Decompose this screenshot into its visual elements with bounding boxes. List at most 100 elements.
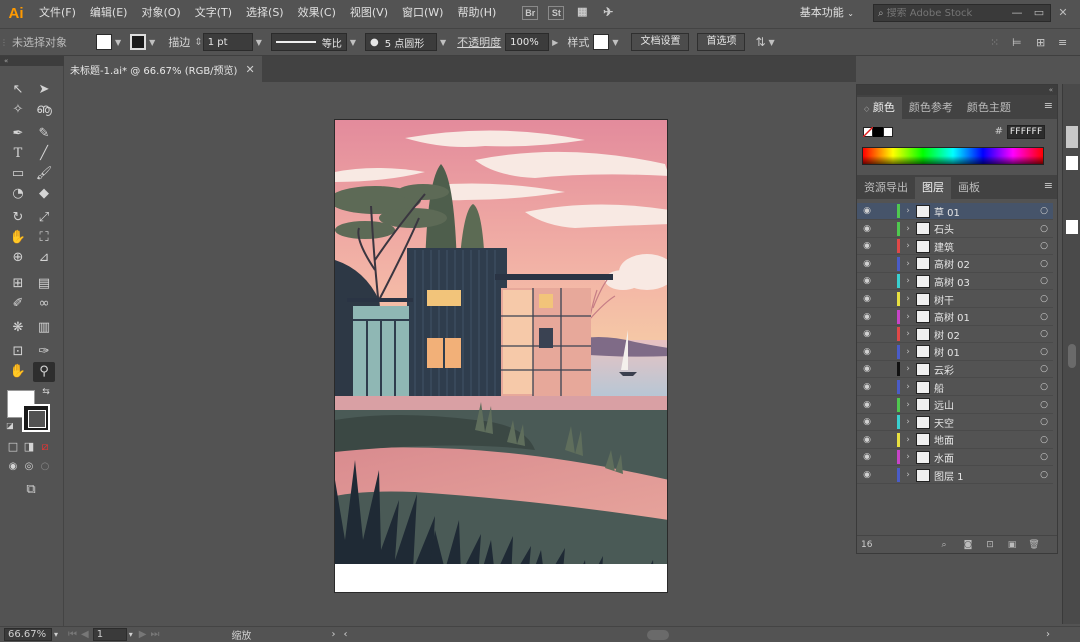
canvas[interactable]: [64, 82, 856, 626]
visibility-eye-icon[interactable]: ◉: [857, 312, 877, 322]
chevron-down-icon[interactable]: ▼: [440, 38, 446, 47]
chevron-down-icon[interactable]: ▼: [256, 38, 262, 47]
rotate-tool-icon[interactable]: ↻: [7, 208, 29, 228]
graphic-style-swatch[interactable]: [593, 34, 610, 50]
bridge-icon[interactable]: Br: [522, 6, 539, 20]
none-color-icon[interactable]: [863, 127, 873, 137]
tools-collapse-bar[interactable]: «: [0, 56, 64, 66]
layer-row[interactable]: ◉ › 天空 ○: [857, 414, 1053, 432]
panel-collapse-bar[interactable]: «: [857, 85, 1057, 95]
layer-row[interactable]: ◉ › 石头 ○: [857, 221, 1053, 238]
next-artboard-icon[interactable]: ▶: [139, 629, 147, 640]
default-fill-stroke-icon[interactable]: ◪: [4, 420, 16, 432]
color-spectrum[interactable]: [862, 147, 1044, 165]
visibility-eye-icon[interactable]: ◉: [857, 276, 877, 286]
layer-row[interactable]: ◉ › 高树 03 ○: [857, 273, 1053, 291]
tab-color-themes[interactable]: 颜色主题: [960, 97, 1018, 119]
free-transform-tool-icon[interactable]: ⛶: [33, 228, 55, 248]
menu-object[interactable]: 对象(O): [134, 0, 187, 26]
locate-object-icon[interactable]: ⌕: [937, 536, 951, 554]
scroll-right-icon[interactable]: ›: [1046, 629, 1050, 640]
chevron-right-icon[interactable]: ›: [900, 312, 916, 322]
menu-file[interactable]: 文件(F): [32, 0, 83, 26]
target-circle-icon[interactable]: ○: [1035, 276, 1053, 286]
none-mode-icon[interactable]: ⧄: [38, 440, 52, 454]
selection-tool-icon[interactable]: ↖: [7, 80, 29, 100]
target-circle-icon[interactable]: ○: [1035, 312, 1053, 322]
chevron-right-icon[interactable]: ›: [900, 435, 916, 445]
target-circle-icon[interactable]: ○: [1035, 417, 1053, 427]
chevron-right-icon[interactable]: ▶: [552, 38, 558, 47]
gpu-performance-icon[interactable]: ✈: [600, 6, 616, 20]
scrollbar-thumb[interactable]: [1068, 344, 1076, 368]
layer-row[interactable]: ◉ › 树 02 ○: [857, 326, 1053, 344]
zoom-tool-icon[interactable]: ⚲: [33, 362, 55, 382]
horizontal-scrollbar-thumb[interactable]: [647, 629, 670, 640]
layer-row[interactable]: ◉ › 船 ○: [857, 379, 1053, 396]
menu-help[interactable]: 帮助(H): [450, 0, 503, 26]
stroke-color-swatch[interactable]: [130, 34, 147, 50]
chevron-down-icon[interactable]: ▼: [769, 38, 775, 47]
brush-definition-field[interactable]: ● 5 点圆形: [365, 33, 438, 51]
curvature-tool-icon[interactable]: ✎: [33, 124, 55, 144]
menu-window[interactable]: 窗口(W): [395, 0, 450, 26]
layer-row[interactable]: ◉ › 远山 ○: [857, 397, 1053, 414]
menu-type[interactable]: 文字(T): [188, 0, 239, 26]
chevron-right-icon[interactable]: ›: [900, 470, 916, 480]
stock-icon[interactable]: St: [548, 6, 565, 20]
hand-tool-icon[interactable]: ✋: [7, 362, 29, 382]
target-circle-icon[interactable]: ○: [1035, 347, 1053, 357]
swatch-preview-icon[interactable]: [1066, 156, 1078, 170]
minimize-icon[interactable]: —: [1008, 0, 1026, 26]
chevron-right-icon[interactable]: ›: [900, 400, 916, 410]
layer-row[interactable]: ◉ › 高树 01 ○: [857, 309, 1053, 326]
visibility-eye-icon[interactable]: ◉: [857, 452, 877, 462]
visibility-eye-icon[interactable]: ◉: [857, 382, 877, 392]
layer-name[interactable]: 地面: [934, 432, 1035, 447]
chevron-right-icon[interactable]: ›: [900, 452, 916, 462]
chevron-right-icon[interactable]: ›: [900, 206, 916, 216]
symbol-sprayer-tool-icon[interactable]: ❋: [7, 318, 29, 338]
hex-color-field[interactable]: FFFFFF: [1007, 125, 1045, 139]
chevron-down-icon[interactable]: ▼: [612, 38, 618, 47]
tab-artboards[interactable]: 画板: [951, 177, 987, 199]
panel-menu-icon[interactable]: ≡: [1044, 179, 1053, 192]
document-setup-button[interactable]: 文档设置: [631, 33, 690, 51]
layer-row[interactable]: ◉ › 高树 02 ○: [857, 256, 1053, 273]
blend-tool-icon[interactable]: ∞: [33, 294, 55, 314]
layer-name[interactable]: 草 01: [934, 204, 1035, 219]
chevron-down-icon[interactable]: ▼: [350, 38, 356, 47]
close-window-icon[interactable]: ✕: [1054, 0, 1072, 26]
chevron-down-icon[interactable]: ▼: [115, 38, 121, 47]
shaper-tool-icon[interactable]: ◔: [7, 184, 29, 204]
black-color-swatch[interactable]: [873, 127, 883, 137]
visibility-eye-icon[interactable]: ◉: [857, 329, 877, 339]
chevron-down-icon[interactable]: ▾: [54, 630, 58, 639]
layer-name[interactable]: 树 02: [934, 327, 1035, 342]
layer-name[interactable]: 水面: [934, 450, 1035, 465]
align-icon[interactable]: ⊨: [1012, 36, 1022, 49]
chevron-down-icon[interactable]: ▼: [149, 38, 155, 47]
chevron-right-icon[interactable]: ›: [900, 364, 916, 374]
artboard[interactable]: [334, 119, 668, 593]
first-artboard-icon[interactable]: ⏮: [68, 629, 77, 640]
layer-row[interactable]: ◉ › 云彩 ○: [857, 361, 1053, 379]
target-circle-icon[interactable]: ○: [1035, 382, 1053, 392]
layer-row[interactable]: ◉ › 树干 ○: [857, 291, 1053, 308]
scroll-left-icon[interactable]: ‹: [343, 629, 347, 640]
direct-selection-tool-icon[interactable]: ➤: [33, 80, 55, 100]
scale-tool-icon[interactable]: ⤢: [33, 208, 55, 228]
visibility-eye-icon[interactable]: ◉: [857, 241, 877, 251]
tab-color[interactable]: ◇ 颜色: [857, 97, 902, 119]
visibility-eye-icon[interactable]: ◉: [857, 206, 877, 216]
layer-name[interactable]: 石头: [934, 221, 1035, 236]
layer-name[interactable]: 图层 1: [934, 468, 1035, 483]
draw-inside-icon[interactable]: ○: [38, 460, 52, 474]
chevron-right-icon[interactable]: ›: [900, 417, 916, 427]
opacity-field[interactable]: 100%: [505, 33, 550, 51]
paintbrush-tool-icon[interactable]: 🖌: [33, 164, 55, 184]
shape-builder-tool-icon[interactable]: ⊕: [7, 248, 29, 268]
gradient-mode-icon[interactable]: ◨: [22, 440, 36, 454]
visibility-eye-icon[interactable]: ◉: [857, 470, 877, 480]
layer-row[interactable]: ◉ › 建筑 ○: [857, 238, 1053, 256]
